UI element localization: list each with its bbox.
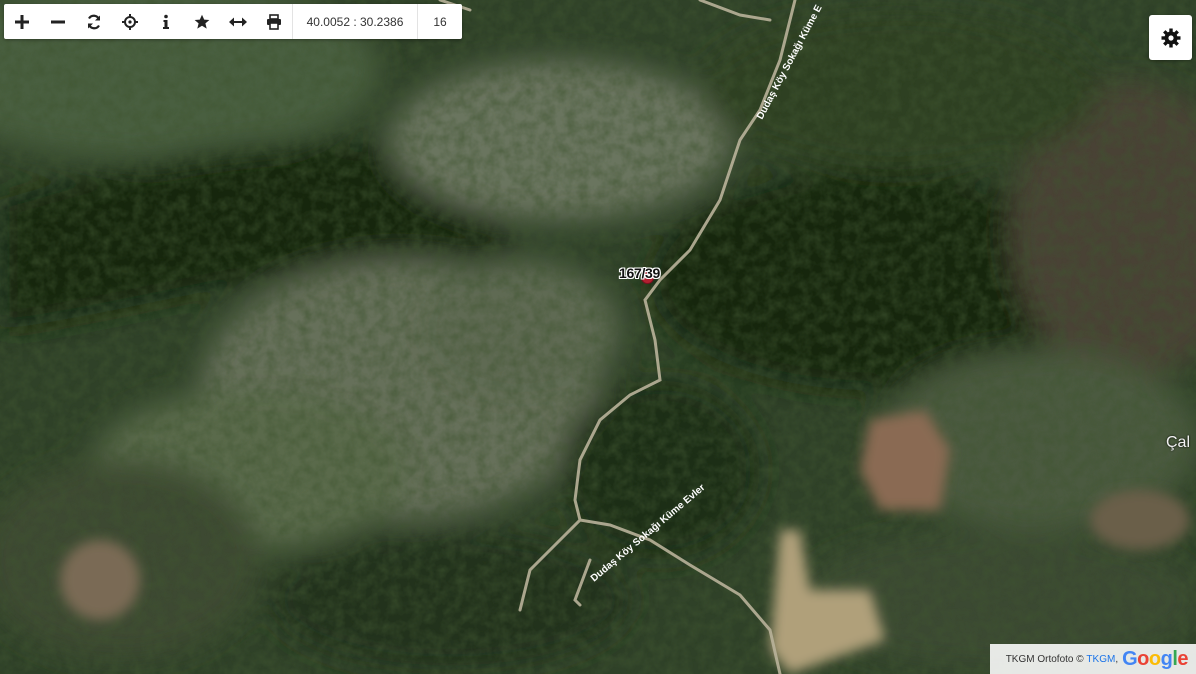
attribution-separator: , <box>1115 653 1119 665</box>
plus-icon <box>15 14 29 29</box>
horizontal-arrows-icon <box>229 17 247 26</box>
print-button[interactable] <box>256 4 292 39</box>
favorite-button[interactable] <box>184 4 220 39</box>
star-icon <box>194 14 210 29</box>
attribution-link[interactable]: TKGM <box>1086 654 1115 665</box>
satellite-map[interactable]: Dudaş Köy Sokağı Küme E Dudaş Köy Sokağı… <box>0 0 1196 674</box>
printer-icon <box>267 13 281 30</box>
refresh-icon <box>87 14 101 29</box>
map-toolbar: 40.0052 : 30.2386 16 <box>4 4 462 39</box>
refresh-button[interactable] <box>76 4 112 39</box>
coordinates-readout: 40.0052 : 30.2386 <box>292 4 417 39</box>
info-button[interactable] <box>148 4 184 39</box>
zoom-level-readout: 16 <box>417 4 462 39</box>
settings-button[interactable] <box>1149 15 1192 60</box>
minus-icon <box>51 20 65 23</box>
attribution-text: TKGM Ortofoto © <box>1005 653 1084 665</box>
google-logo: Google <box>1122 647 1188 670</box>
crosshair-icon <box>122 13 138 30</box>
map-attribution: TKGM Ortofoto © TKGM, Google <box>990 644 1196 674</box>
gear-icon <box>1161 28 1180 47</box>
place-label: Çal <box>1166 434 1191 451</box>
info-icon <box>163 14 169 29</box>
zoom-in-button[interactable] <box>4 4 40 39</box>
locate-button[interactable] <box>112 4 148 39</box>
measure-button[interactable] <box>220 4 256 39</box>
parcel-label[interactable]: 167/39 <box>619 265 660 281</box>
zoom-out-button[interactable] <box>40 4 76 39</box>
